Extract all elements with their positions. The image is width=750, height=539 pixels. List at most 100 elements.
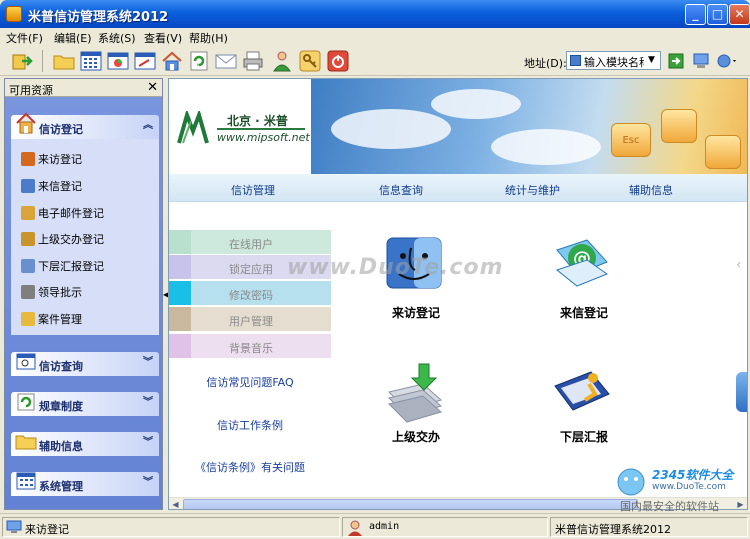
menu-help[interactable]: 帮助(H): [189, 30, 228, 46]
chevron-down-icon[interactable]: ︾: [141, 396, 155, 410]
nav-visit-register[interactable]: 来访登记: [21, 151, 82, 167]
link-regulation-issues[interactable]: 《信访条例》有关问题: [169, 459, 331, 475]
banner: 北京 · 米普 www.mipsoft.net Esc: [169, 79, 747, 174]
folder-icon: [15, 435, 37, 450]
chevron-down-icon[interactable]: ▼: [644, 53, 659, 68]
visitor-icon: [21, 152, 35, 166]
download-arrow-icon: [388, 363, 443, 423]
scroll-hint-icon: ‹: [736, 257, 742, 273]
edit-window-icon[interactable]: [133, 49, 157, 73]
grid-icon[interactable]: [79, 49, 103, 73]
address-label: 地址(D):: [524, 57, 567, 70]
nav-email-register[interactable]: 电子邮件登记: [21, 205, 104, 221]
nav-case-management[interactable]: 案件管理: [21, 311, 82, 327]
window-title: 米普信访管理系统2012: [28, 10, 169, 25]
tile-subordinate-report[interactable]: 下层汇报: [529, 362, 639, 472]
menu-view[interactable]: 查看(V): [144, 30, 182, 46]
logo-icon: [177, 111, 209, 144]
tile-visit-register[interactable]: 来访登记: [361, 230, 471, 340]
group-aux-info-label: 辅助信息: [39, 440, 83, 453]
resource-panel: 可用资源 ✕ 信访登记 ︽ 来访登记 来信登记 电子邮件登记 上级交办登记 下层…: [4, 78, 163, 510]
status-app: 米普信访管理系统2012: [550, 517, 748, 537]
resource-panel-header: 可用资源 ✕: [5, 79, 162, 97]
group-register[interactable]: 信访登记 ︽: [11, 112, 159, 139]
exit-arrow-icon[interactable]: [10, 49, 34, 73]
link-work-regulations[interactable]: 信访工作条例: [169, 417, 331, 433]
group-regulations[interactable]: 规章制度 ︾: [11, 392, 159, 416]
nav-letter-register[interactable]: 来信登记: [21, 178, 82, 194]
brand-url: www.mipsoft.net: [217, 131, 310, 144]
grid-icon: [16, 472, 36, 490]
tile-superior-assign[interactable]: 上级交办: [361, 362, 471, 472]
nav-info-query[interactable]: 信息查询: [379, 182, 423, 198]
menu-online-users[interactable]: 在线用户: [169, 230, 331, 254]
scrollbar-thumb[interactable]: [183, 499, 638, 509]
nav-leader-instruction[interactable]: 领导批示: [21, 284, 82, 300]
group-system-admin-label: 系统管理: [39, 480, 83, 493]
scroll-left-icon[interactable]: ◀: [169, 498, 182, 509]
key-image: [705, 135, 741, 169]
toolbar: 地址(D): 输入模块名称 ▼: [0, 46, 750, 76]
top-nav: 信访管理 信息查询 统计与维护 辅助信息: [169, 174, 747, 202]
power-icon[interactable]: [326, 49, 350, 73]
chevron-down-icon[interactable]: ︾: [141, 356, 155, 370]
chart-window-icon[interactable]: [106, 49, 130, 73]
group-query[interactable]: 信访查询 ︾: [11, 352, 159, 376]
key-image: [661, 109, 697, 143]
mascot-icon: [617, 468, 645, 496]
house-icon: [16, 112, 36, 134]
title-bar[interactable]: 米普信访管理系统2012 _ □ ✕: [0, 0, 750, 28]
go-arrow-icon[interactable]: [668, 53, 684, 69]
mail-icon[interactable]: [214, 49, 238, 73]
letter-search-icon: [21, 179, 35, 193]
nav-statistics[interactable]: 统计与维护: [505, 182, 560, 198]
nav-petition-management[interactable]: 信访管理: [231, 182, 275, 198]
refresh-icon: [17, 393, 35, 411]
at-sign-icon: @: [555, 239, 609, 287]
menu-background-music[interactable]: 背景音乐: [169, 334, 331, 358]
menu-change-password[interactable]: 修改密码: [169, 281, 331, 305]
folder-icon[interactable]: [52, 49, 76, 73]
toolbar-separator: [42, 50, 43, 72]
key-icon[interactable]: [298, 49, 322, 73]
presenter-icon: [554, 371, 610, 411]
report-icon: [21, 259, 35, 273]
maximize-button[interactable]: □: [707, 4, 728, 25]
nav-superior-assign[interactable]: 上级交办登记: [21, 231, 104, 247]
brand-name: 北京 · 米普: [227, 114, 288, 128]
menu-file[interactable]: 文件(F): [6, 30, 43, 46]
group-aux-info[interactable]: 辅助信息 ︾: [11, 432, 159, 456]
chevron-down-icon[interactable]: ︾: [141, 476, 155, 490]
close-icon[interactable]: ✕: [147, 80, 158, 95]
function-sidebar: 在线用户 锁定应用 修改密码 用户管理 背景音乐 信访常见问题FAQ 信访工作条…: [169, 202, 331, 497]
group-system-admin[interactable]: 系统管理 ︾: [11, 472, 159, 496]
user-icon[interactable]: [270, 49, 294, 73]
refresh-icon[interactable]: [187, 49, 211, 73]
user-avatar-icon: [348, 520, 362, 536]
computer-icon[interactable]: [692, 52, 710, 70]
minimize-button[interactable]: _: [685, 4, 706, 25]
home-icon[interactable]: [160, 49, 184, 73]
network-icon[interactable]: [716, 52, 738, 70]
tile-area: 来访登记 @ 来信登记 上级交办 下层汇报 ‹: [331, 202, 747, 497]
menu-system[interactable]: 系统(S): [98, 30, 136, 46]
group-register-label: 信访登记: [39, 123, 83, 136]
address-combobox[interactable]: 输入模块名称 ▼: [566, 51, 661, 70]
group-query-label: 信访查询: [39, 360, 83, 373]
tile-letter-register[interactable]: @ 来信登记: [529, 230, 639, 340]
nav-aux-info[interactable]: 辅助信息: [629, 182, 673, 198]
resource-panel-title: 可用资源: [9, 84, 53, 97]
logo-divider: [217, 128, 305, 130]
link-faq[interactable]: 信访常见问题FAQ: [169, 374, 331, 390]
menu-user-management[interactable]: 用户管理: [169, 307, 331, 331]
menu-edit[interactable]: 编辑(E): [54, 30, 92, 46]
nav-subordinate-report[interactable]: 下层汇报登记: [21, 258, 104, 274]
printer-icon[interactable]: [241, 49, 265, 73]
close-button[interactable]: ✕: [729, 4, 750, 25]
chevron-down-icon[interactable]: ︾: [141, 436, 155, 450]
app-icon: [6, 6, 22, 22]
search-window-icon: [16, 353, 36, 370]
chevron-up-icon[interactable]: ︽: [141, 119, 155, 133]
logo-area: 北京 · 米普 www.mipsoft.net: [169, 79, 311, 174]
menu-bar: 文件(F) 编辑(E) 系统(S) 查看(V) 帮助(H): [0, 28, 750, 46]
